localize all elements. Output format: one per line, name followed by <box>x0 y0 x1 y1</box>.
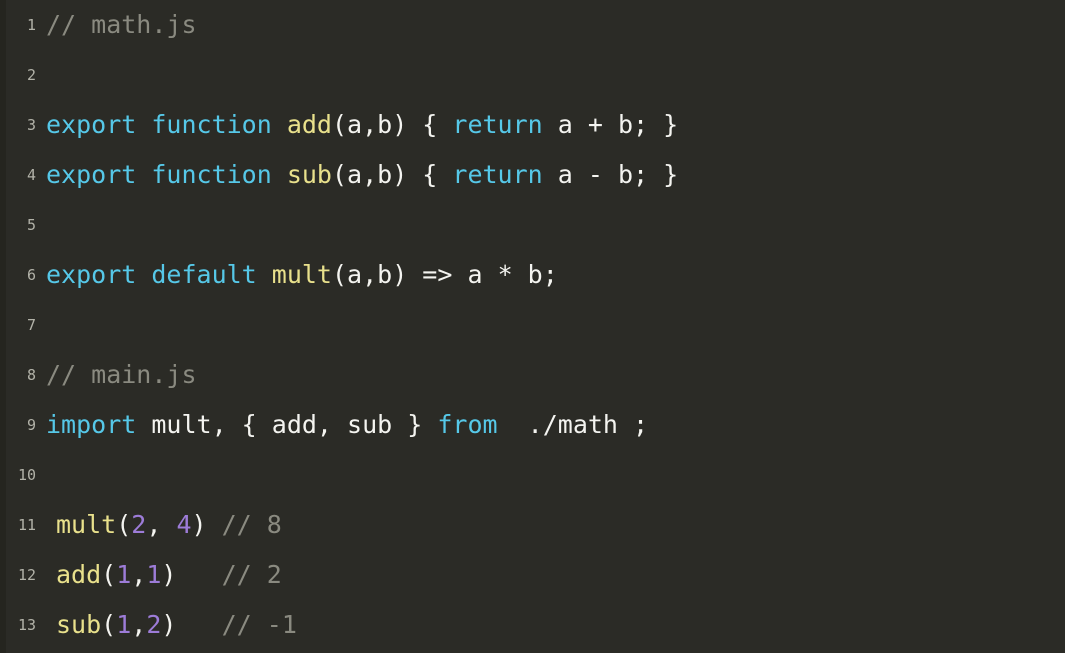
token-comment: // 2 <box>221 560 282 589</box>
token-comment: // math.js <box>46 10 197 39</box>
code-line[interactable]: 10 <box>0 450 1065 500</box>
line-content: // math.js <box>46 0 197 50</box>
token-plain: ( <box>101 560 117 589</box>
line-content: mult(2, 4) // 8 <box>56 500 282 550</box>
token-plain: ( <box>116 510 132 539</box>
token-function: add <box>56 560 102 589</box>
token-plain: , <box>131 610 147 639</box>
token-number: 2 <box>131 510 147 539</box>
token-keyword: import <box>46 410 137 439</box>
token-comment: // main.js <box>46 360 197 389</box>
code-line[interactable]: 5 <box>0 200 1065 250</box>
code-line[interactable]: 4 export function sub(a,b) { return a - b… <box>0 150 1065 200</box>
token-plain: , <box>131 560 147 589</box>
token-plain: mult, { add, sub } <box>136 410 438 439</box>
code-line[interactable]: 11 mult(2, 4) // 8 <box>0 500 1065 550</box>
code-line[interactable]: 9 import mult, { add, sub } from ./math ; <box>0 400 1065 450</box>
line-number: 13 <box>17 616 36 634</box>
code-line[interactable]: 12 add(1,1) // 2 <box>0 550 1065 600</box>
token-function: mult <box>271 260 332 289</box>
code-line[interactable]: 3 export function add(a,b) { return a + b… <box>0 100 1065 150</box>
token-number: 2 <box>146 610 162 639</box>
token-keyword: return <box>452 160 543 189</box>
line-content: sub(1,2) // -1 <box>56 600 297 650</box>
token-plain: (a,b) { <box>331 160 453 189</box>
token-function: add <box>286 110 332 139</box>
line-content: export function add(a,b) { return a + b;… <box>46 100 678 150</box>
token-plain: ) <box>191 510 222 539</box>
code-line[interactable]: 2 <box>0 50 1065 100</box>
token-keyword: export function <box>46 160 287 189</box>
token-function: sub <box>56 610 102 639</box>
token-keyword: from <box>437 410 498 439</box>
token-keyword: export function <box>46 110 287 139</box>
code-editor[interactable]: 1 // math.js 2 3 export function add(a,b) { … <box>0 0 1065 653</box>
code-line[interactable]: 7 <box>0 300 1065 350</box>
line-number: 9 <box>26 416 36 434</box>
token-plain: ) <box>161 560 222 589</box>
line-number: 5 <box>26 216 36 234</box>
line-number: 8 <box>26 366 36 384</box>
token-number: 1 <box>146 560 162 589</box>
line-content: export default mult(a,b) => a * b; <box>46 250 558 300</box>
token-keyword: export default <box>46 260 272 289</box>
token-plain: (a,b) { <box>331 110 453 139</box>
line-number: 4 <box>26 166 36 184</box>
token-function: mult <box>56 510 117 539</box>
line-number: 7 <box>26 316 36 334</box>
line-number: 6 <box>26 266 36 284</box>
line-number: 3 <box>26 116 36 134</box>
line-content: // main.js <box>46 350 197 400</box>
code-line[interactable]: 8 // main.js <box>0 350 1065 400</box>
token-plain: (a,b) => a * b; <box>332 260 558 289</box>
token-plain: a - b; } <box>542 160 679 189</box>
token-comment: // -1 <box>221 610 297 639</box>
code-line[interactable]: 6 export default mult(a,b) => a * b; <box>0 250 1065 300</box>
line-number: 1 <box>26 16 36 34</box>
token-plain: ) <box>161 610 222 639</box>
token-keyword: return <box>452 110 543 139</box>
line-content: add(1,1) // 2 <box>56 550 282 600</box>
token-plain: a + b; } <box>542 110 679 139</box>
code-line[interactable]: 13 sub(1,2) // -1 <box>0 600 1065 650</box>
line-number: 12 <box>17 566 36 584</box>
line-content: import mult, { add, sub } from ./math ; <box>46 400 648 450</box>
token-function: sub <box>286 160 332 189</box>
token-plain: ( <box>101 610 117 639</box>
line-number: 11 <box>17 516 36 534</box>
line-content: export function sub(a,b) { return a - b;… <box>46 150 678 200</box>
token-string: ./math ; <box>497 410 649 439</box>
code-line-list: 1 // math.js 2 3 export function add(a,b) { … <box>0 0 1065 650</box>
line-number: 10 <box>17 466 36 484</box>
code-line[interactable]: 1 // math.js <box>0 0 1065 50</box>
token-number: 4 <box>176 510 192 539</box>
token-number: 1 <box>116 560 132 589</box>
token-comment: // 8 <box>221 510 282 539</box>
line-number: 2 <box>26 66 36 84</box>
token-number: 1 <box>116 610 132 639</box>
token-plain: , <box>146 510 177 539</box>
